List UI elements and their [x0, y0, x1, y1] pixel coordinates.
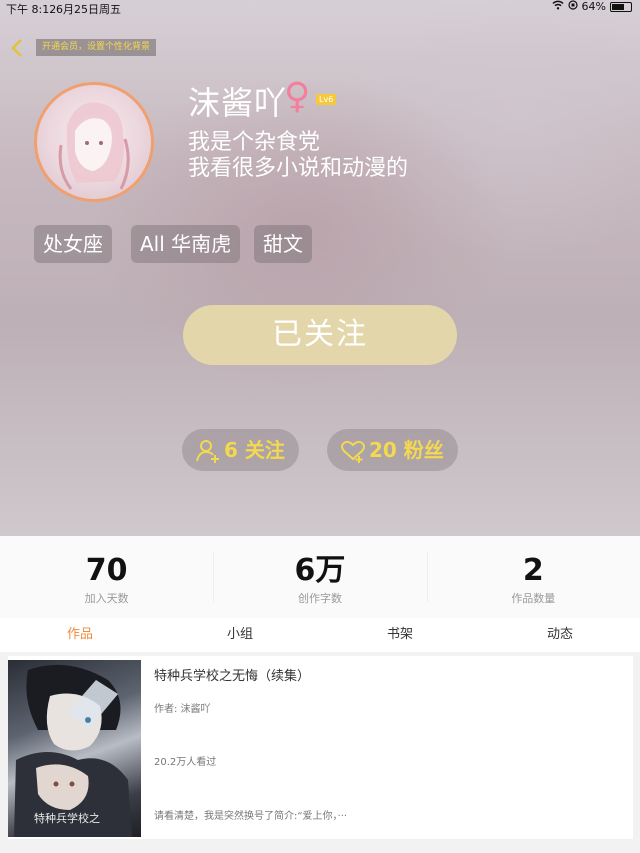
- bio: 我是个杂食党 我看很多小说和动漫的: [188, 130, 408, 182]
- tab-activity[interactable]: 动态: [480, 618, 640, 652]
- cover-title-text: 特种兵学校之: [34, 812, 100, 825]
- following-count: 6 关注: [224, 438, 285, 462]
- status-bar: 下午 8:12 6月25日周五 64%: [0, 0, 640, 16]
- avatar-illustration: [58, 102, 130, 190]
- status-date: 6月25日周五: [56, 3, 121, 16]
- work-card[interactable]: 特种兵学校之 特种兵学校之无悔（续集） 作者: 沫酱吖 20.2万人看过 请看清…: [8, 656, 633, 839]
- status-time: 下午 8:12: [6, 3, 57, 16]
- battery-percent: 64%: [581, 0, 606, 13]
- stat-label: 作品数量: [511, 592, 556, 605]
- stat-label: 加入天数: [84, 592, 129, 605]
- stat-works-count: 2 作品数量: [426, 536, 640, 618]
- profile-tabs: 作品 小组 书架 动态: [0, 618, 640, 652]
- user-add-icon: [196, 440, 219, 463]
- stat-label: 创作字数: [297, 592, 342, 605]
- following-button[interactable]: 6 关注: [182, 429, 299, 471]
- orientation-lock-icon: [567, 0, 578, 13]
- tag-genre[interactable]: 甜文: [254, 225, 312, 263]
- stat-value: 70: [85, 553, 128, 588]
- profile-header-background: [0, 0, 640, 536]
- tab-bookshelf[interactable]: 书架: [320, 618, 480, 652]
- follow-button[interactable]: 已关注: [183, 305, 457, 365]
- stat-days-joined: 70 加入天数: [0, 536, 213, 618]
- book-read-count: 20.2万人看过: [154, 757, 217, 768]
- book-intro: 请看清楚，我是突然换号了简介:“爱上你，···: [154, 811, 348, 822]
- fans-count: 20 粉丝: [369, 438, 444, 462]
- bio-line: 我看很多小说和动漫的: [188, 156, 409, 181]
- tab-works[interactable]: 作品: [0, 618, 160, 652]
- stats-bar: 70 加入天数 6万 创作字数 2 作品数量: [0, 536, 640, 618]
- book-title[interactable]: 特种兵学校之无悔（续集）: [154, 665, 310, 684]
- tag-hashtag[interactable]: All 华南虎: [131, 225, 241, 263]
- stat-value: 6万: [294, 553, 346, 588]
- book-author: 作者: 沫酱吖: [154, 704, 211, 715]
- battery-icon: [610, 1, 632, 12]
- stat-words-written: 6万 创作字数: [213, 536, 426, 618]
- back-icon[interactable]: [8, 38, 28, 58]
- nickname: 沫酱吖: [188, 84, 288, 122]
- level-badge: Lv6: [316, 94, 337, 105]
- fans-button[interactable]: 20 粉丝: [327, 429, 458, 471]
- avatar[interactable]: [34, 82, 154, 202]
- bio-line: 我是个杂食党: [188, 130, 321, 155]
- book-cover[interactable]: 特种兵学校之: [8, 660, 141, 837]
- heart-plus-icon: [341, 440, 365, 463]
- tab-groups[interactable]: 小组: [160, 618, 320, 652]
- wifi-icon: [552, 0, 564, 13]
- gender-female-icon: ♀: [284, 76, 311, 117]
- vip-background-hint[interactable]: 开通会员，设置个性化背景: [36, 39, 157, 56]
- stat-value: 2: [522, 553, 544, 588]
- tag-zodiac[interactable]: 处女座: [34, 225, 112, 263]
